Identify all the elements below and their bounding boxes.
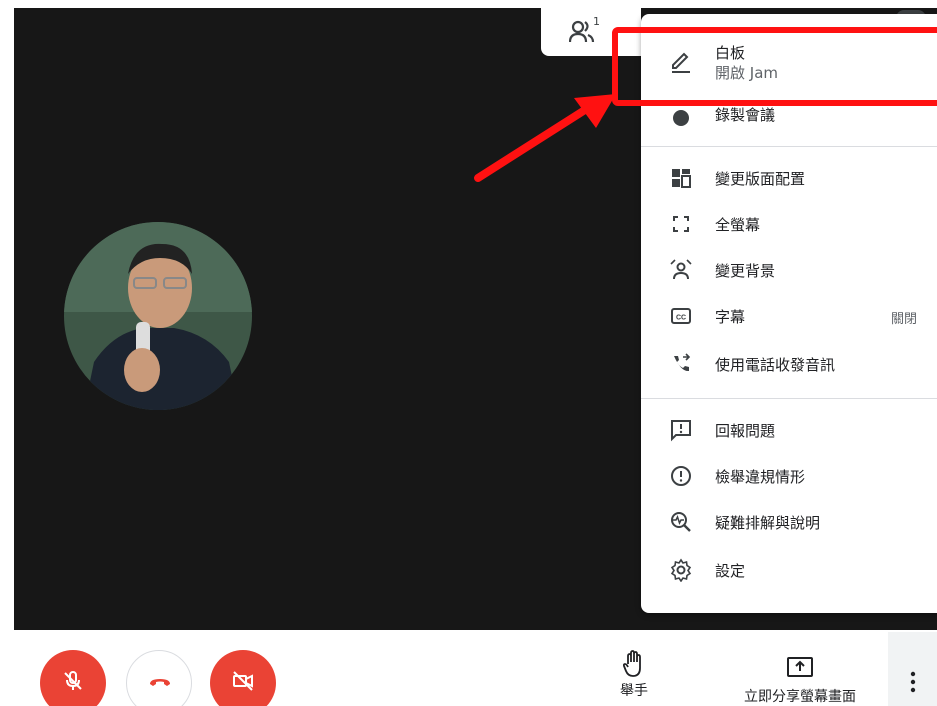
menu-item-captions[interactable]: CC 字幕 關閉 [641, 294, 937, 338]
camera-off-icon [233, 671, 253, 691]
participant-avatar [64, 222, 252, 410]
menu-item-label: 字幕 [715, 308, 746, 326]
participant-count: 1 [593, 15, 600, 28]
present-now-button[interactable]: 立即分享螢幕畫面 [720, 650, 880, 706]
present-now-label: 立即分享螢幕畫面 [744, 689, 856, 705]
menu-item-label: 錄製會議 [715, 106, 776, 124]
menu-item-layout[interactable]: 變更版面配置 [641, 156, 937, 200]
record-icon [669, 106, 695, 130]
menu-divider [641, 398, 937, 399]
phone-audio-icon [669, 352, 695, 376]
menu-item-label: 疑難排解與說明 [715, 514, 821, 532]
menu-item-settings[interactable]: 設定 [641, 548, 937, 592]
hand-icon [622, 650, 641, 677]
captions-icon: CC [669, 304, 695, 328]
menu-item-label: 檢舉違規情形 [715, 468, 806, 486]
menu-item-label: 變更版面配置 [715, 170, 806, 188]
menu-item-phone-audio[interactable]: 使用電話收發音訊 [641, 342, 937, 386]
menu-item-label: 回報問題 [715, 422, 776, 440]
svg-text:CC: CC [676, 315, 686, 322]
captions-state: 關閉 [890, 312, 917, 327]
menu-item-label: 設定 [715, 562, 746, 580]
more-vert-icon [910, 671, 916, 693]
people-icon: 1 [568, 15, 601, 44]
menu-item-label: 使用電話收發音訊 [715, 356, 836, 374]
menu-item-background[interactable]: 變更背景 [641, 248, 937, 292]
menu-item-label: 變更背景 [715, 262, 776, 280]
menu-item-fullscreen[interactable]: 全螢幕 [641, 202, 937, 246]
background-icon [669, 258, 695, 282]
annotation-highlight-box [612, 27, 937, 106]
mic-off-icon [64, 671, 82, 690]
menu-item-label: 全螢幕 [715, 216, 761, 234]
menu-item-troubleshoot[interactable]: 疑難排解與說明 [641, 500, 937, 544]
settings-icon [669, 558, 695, 582]
raise-hand-label: 舉手 [620, 683, 648, 699]
menu-divider [641, 146, 937, 147]
present-screen-icon [787, 657, 813, 677]
fullscreen-icon [669, 212, 695, 236]
more-options-button[interactable] [888, 632, 937, 706]
hang-up-icon [150, 679, 170, 686]
raise-hand-button[interactable]: 舉手 [612, 650, 656, 700]
troubleshoot-icon [669, 510, 695, 534]
menu-item-report-problem[interactable]: 回報問題 [641, 408, 937, 452]
annotation-arrow [474, 94, 616, 182]
feedback-icon [669, 418, 695, 442]
report-abuse-icon [669, 464, 695, 488]
layout-icon [669, 166, 695, 190]
menu-item-report-abuse[interactable]: 檢舉違規情形 [641, 454, 937, 498]
